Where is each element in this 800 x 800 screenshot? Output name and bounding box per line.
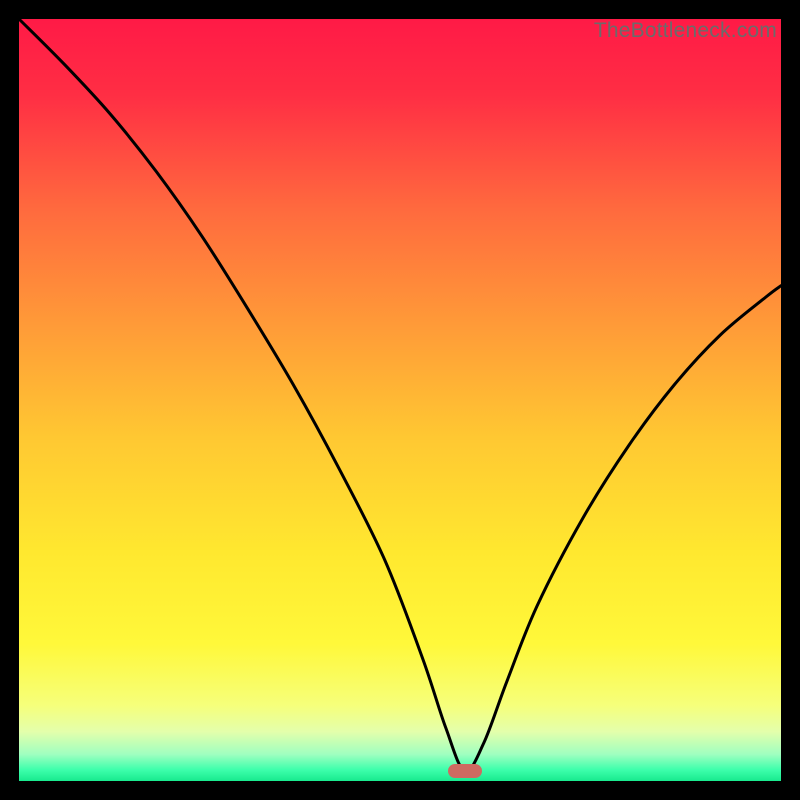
chart-frame: TheBottleneck.com: [19, 19, 781, 781]
bottleneck-curve: [19, 19, 781, 781]
minimum-marker: [448, 764, 482, 778]
watermark-label: TheBottleneck.com: [594, 19, 777, 43]
